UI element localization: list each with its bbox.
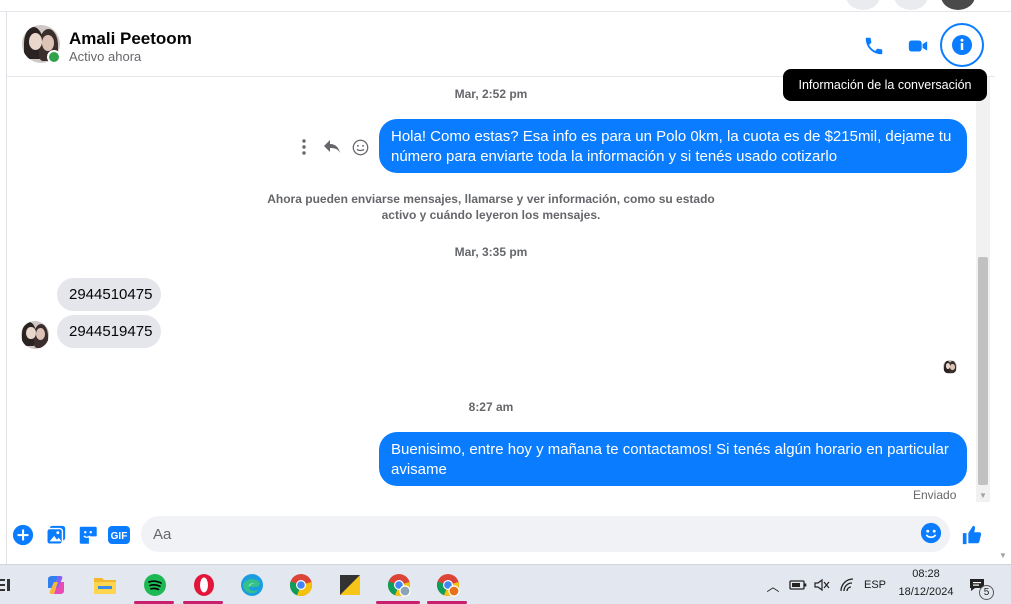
video-icon[interactable] [903, 31, 933, 61]
file-explorer-icon[interactable] [91, 571, 119, 599]
contact-avatar-small[interactable] [21, 321, 49, 349]
page-scrollbar[interactable] [995, 12, 1011, 564]
contact-status: Activo ahora [69, 49, 142, 64]
outgoing-message[interactable]: Buenisimo, entre hoy y mañana te contact… [379, 432, 967, 486]
message-input-box[interactable] [141, 516, 950, 552]
scroll-down-arrow[interactable]: ▼ [976, 488, 990, 502]
outgoing-message[interactable]: Hola! Como estas? Esa info es para un Po… [379, 119, 967, 173]
spotify-icon[interactable] [141, 571, 169, 599]
timestamp: Mar, 2:52 pm [454, 87, 528, 101]
message-input[interactable] [153, 516, 913, 552]
timestamp: 8:27 am [468, 400, 514, 414]
top-strip [0, 0, 1011, 12]
page-scroll-down-arrow[interactable]: ▼ [996, 548, 1010, 562]
svg-text:GIF: GIF [111, 531, 128, 542]
top-button[interactable] [846, 0, 880, 10]
opera-icon[interactable] [190, 571, 218, 599]
online-indicator [47, 50, 61, 64]
incoming-message[interactable]: 2944519475 [57, 315, 161, 348]
show-hidden-icons-icon[interactable]: ︿ [765, 565, 781, 604]
profile-avatar[interactable] [941, 0, 975, 10]
sticker-icon[interactable] [76, 523, 100, 547]
top-button[interactable] [894, 0, 928, 10]
seen-avatar [943, 360, 957, 374]
more-options-icon[interactable] [294, 137, 314, 157]
phone-icon[interactable] [859, 31, 889, 61]
timestamp: Mar, 3:35 pm [454, 245, 528, 259]
conversation-header: Amali Peetoom Activo ahora [7, 13, 995, 77]
add-icon[interactable] [11, 523, 35, 547]
messenger-window: Amali Peetoom Activo ahora Información d… [0, 0, 1011, 604]
edge-icon[interactable] [238, 571, 266, 599]
notification-count-badge: 5 [979, 585, 994, 600]
language-indicator[interactable]: ESP [860, 565, 890, 604]
scrollbar-thumb[interactable] [978, 257, 988, 485]
chrome-profile-2-icon[interactable] [434, 571, 462, 599]
chrome-profile-icon[interactable] [385, 571, 413, 599]
task-view-icon[interactable] [0, 571, 14, 599]
clock-time[interactable]: 08:28 [903, 568, 949, 580]
copilot-icon[interactable] [42, 571, 70, 599]
gif-icon[interactable]: GIF [107, 523, 131, 547]
sent-status: Enviado [913, 488, 957, 502]
emoji-icon[interactable] [920, 522, 944, 546]
wifi-icon[interactable] [837, 565, 857, 604]
like-icon[interactable] [960, 523, 984, 547]
divider [6, 12, 7, 564]
battery-icon[interactable] [788, 565, 808, 604]
reply-icon[interactable] [322, 137, 342, 157]
incoming-message[interactable]: 2944510475 [57, 278, 161, 311]
tooltip: Información de la conversación [783, 69, 987, 101]
windows-taskbar: ︿ ESP 08:28 18/12/2024 5 [0, 564, 1011, 604]
sticky-notes-icon[interactable] [336, 571, 364, 599]
gallery-icon[interactable] [44, 523, 68, 547]
react-icon[interactable] [350, 137, 370, 157]
system-note: Ahora pueden enviarse mensajes, llamarse… [267, 192, 715, 222]
volume-muted-icon[interactable] [812, 565, 832, 604]
chrome-icon[interactable] [287, 571, 315, 599]
clock-date[interactable]: 18/12/2024 [893, 586, 959, 598]
contact-name[interactable]: Amali Peetoom [69, 29, 192, 49]
info-icon[interactable] [940, 23, 984, 67]
